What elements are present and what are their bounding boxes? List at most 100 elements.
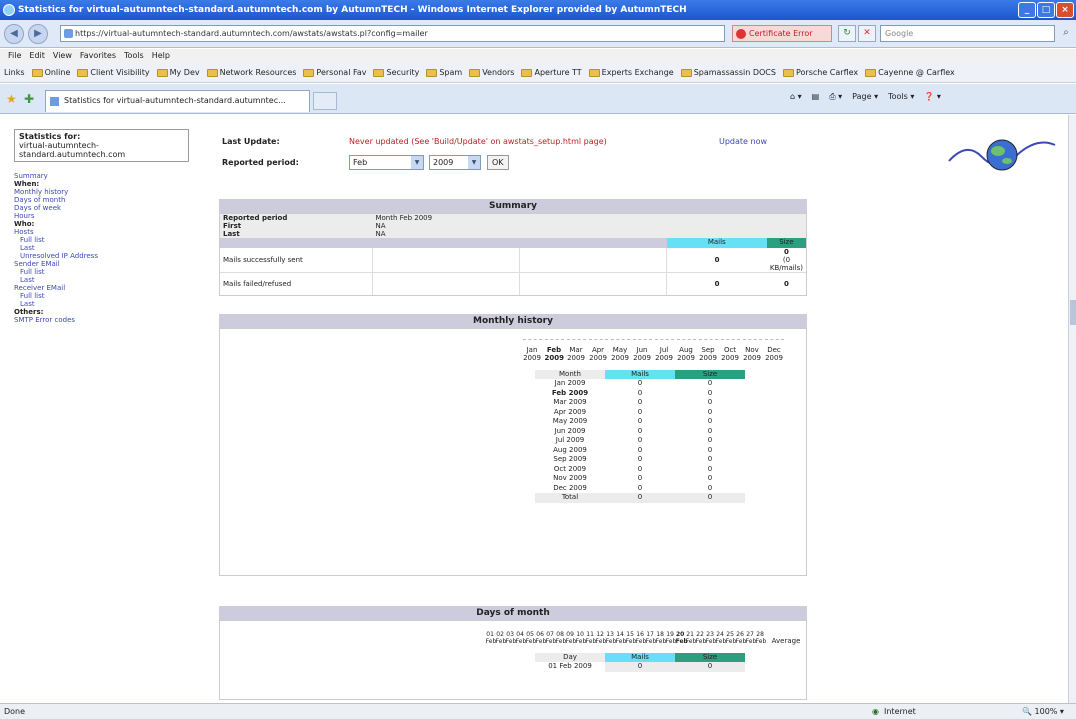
add-favorites-icon[interactable]: ✚ — [24, 92, 34, 106]
menu-unresolved-ip[interactable]: Unresolved IP Address — [14, 252, 209, 260]
folder-icon — [469, 68, 481, 77]
scrollbar-thumb[interactable] — [1070, 300, 1076, 325]
page-menu[interactable]: Page ▾ — [852, 92, 878, 102]
table-row: Mar 2009 0 0 — [535, 398, 745, 408]
link-porsche-carflex[interactable]: Porsche Carflex — [782, 63, 858, 82]
row-size: 0 — [707, 436, 713, 444]
day-number: 07 — [546, 630, 554, 638]
menu-receiver-last[interactable]: Last — [14, 300, 209, 308]
row-month: Jun 2009 — [554, 426, 586, 435]
menu-hosts-last[interactable]: Last — [14, 244, 209, 252]
print-icon[interactable]: ⎙ ▾ — [829, 92, 842, 102]
month-label: Dec — [767, 345, 781, 354]
ok-button[interactable]: OK — [487, 155, 509, 170]
day-col-current: 20 Feb — [676, 631, 688, 645]
maximize-button[interactable]: □ — [1037, 2, 1055, 18]
day-col-header: Day — [535, 652, 605, 662]
status-bar: Done ◉ Internet 🔍 100% ▾ — [0, 703, 1076, 719]
zoom-level[interactable]: 🔍 100% ▾ — [1022, 704, 1064, 719]
link-label: Personal Fav — [316, 67, 367, 77]
month-select[interactable]: Feb ▼ — [349, 155, 424, 170]
link-network-resources[interactable]: Network Resources — [206, 63, 296, 82]
month-year: 2009 — [743, 353, 761, 362]
month-year: 2009 — [589, 353, 607, 362]
search-input[interactable]: Google — [880, 25, 1055, 42]
days-of-month-section: Days of month 01 Feb 02 Feb 03 Feb 04 Feb 05… — [219, 605, 1068, 700]
close-button[interactable]: × — [1056, 2, 1074, 18]
new-tab-button[interactable] — [313, 92, 337, 110]
menu-sender-full-list[interactable]: Full list — [14, 268, 209, 276]
link-cayenne-carflex[interactable]: Cayenne @ Carflex — [865, 63, 955, 82]
certificate-error-label: Certificate Error — [749, 29, 813, 38]
vertical-scrollbar[interactable] — [1068, 115, 1076, 703]
row-month: Aug 2009 — [553, 445, 587, 454]
menu-smtp-error-codes[interactable]: SMTP Error codes — [14, 316, 209, 324]
day-number: 19 — [666, 630, 674, 638]
menu-monthly-history[interactable]: Monthly history — [14, 188, 209, 196]
menu-summary[interactable]: Summary — [14, 172, 209, 180]
day-number: 04 — [516, 630, 524, 638]
menu-receiver-full-list[interactable]: Full list — [14, 292, 209, 300]
menu-edit[interactable]: Edit — [29, 49, 45, 63]
menu-days-of-week[interactable]: Days of week — [14, 204, 209, 212]
menu-receiver-email[interactable]: Receiver EMail — [14, 284, 209, 292]
link-my-dev[interactable]: My Dev — [156, 63, 200, 82]
menu-others-header: Others: — [14, 308, 44, 316]
link-vendors[interactable]: Vendors — [469, 63, 514, 82]
month-col: Oct 2009 — [720, 338, 740, 362]
address-input[interactable]: https://virtual-autumntech-standard.autu… — [60, 25, 725, 42]
month-col: Sep 2009 — [698, 338, 718, 362]
month-label: Sep — [701, 345, 715, 354]
menu-hours[interactable]: Hours — [14, 212, 209, 220]
favorites-star-icon[interactable]: ★ — [6, 92, 17, 106]
menu-sender-email[interactable]: Sender EMail — [14, 260, 209, 268]
day-number: 14 — [616, 630, 624, 638]
sent-row-label: Mails successfully sent — [220, 248, 373, 273]
link-experts-exchange[interactable]: Experts Exchange — [588, 63, 674, 82]
forward-button[interactable]: ▶ — [28, 24, 48, 44]
day-col: 17 Feb — [646, 631, 657, 645]
sent-size-sub: (0 KB/mails) — [769, 256, 804, 272]
minimize-button[interactable]: _ — [1018, 2, 1036, 18]
menu-sender-last[interactable]: Last — [14, 276, 209, 284]
menu-days-of-month[interactable]: Days of month — [14, 196, 209, 204]
refresh-button[interactable]: ↻ — [838, 25, 856, 42]
month-label: Feb — [546, 345, 562, 354]
month-year: 2009 — [611, 353, 629, 362]
last-update-value: Never updated (See 'Build/Update' on aws… — [349, 137, 607, 146]
days-of-month-body: 01 Feb 02 Feb 03 Feb 04 Feb 05 Feb 06 Feb 07 Fe… — [219, 619, 807, 700]
menu-view[interactable]: View — [53, 49, 72, 63]
menu-hosts-full-list[interactable]: Full list — [14, 236, 209, 244]
home-icon[interactable]: ⌂ ▾ — [790, 92, 802, 102]
link-aperture[interactable]: Aperture TT — [521, 63, 582, 82]
feeds-icon[interactable]: ▤ — [812, 92, 820, 102]
stop-button[interactable]: ✕ — [858, 25, 876, 42]
link-client-visibility[interactable]: Client Visibility — [77, 63, 150, 82]
year-select[interactable]: 2009 ▼ — [429, 155, 481, 170]
folder-icon — [303, 68, 315, 77]
link-personal-fav[interactable]: Personal Fav — [303, 63, 366, 82]
link-spam[interactable]: Spam — [426, 63, 462, 82]
menu-file[interactable]: File — [8, 49, 21, 63]
menu-favorites[interactable]: Favorites — [80, 49, 116, 63]
row-mails: 0 — [637, 398, 643, 406]
awstats-logo-icon — [948, 139, 1056, 171]
menu-tools[interactable]: Tools — [124, 49, 144, 63]
certificate-error-button[interactable]: Certificate Error — [732, 25, 832, 42]
update-now-link[interactable]: Update now — [719, 137, 767, 146]
back-button[interactable]: ◀ — [4, 24, 24, 44]
summary-header-blank — [520, 238, 667, 248]
help-icon[interactable]: ❓ ▾ — [924, 92, 941, 102]
tools-menu[interactable]: Tools ▾ — [888, 92, 914, 102]
link-security[interactable]: Security — [373, 63, 419, 82]
menu-help[interactable]: Help — [152, 49, 170, 63]
tab-statistics[interactable]: Statistics for virtual-autumntech-standa… — [45, 90, 310, 112]
menu-hosts[interactable]: Hosts — [14, 228, 209, 236]
month-year: 2009 — [699, 353, 717, 362]
link-spamassassin-docs[interactable]: Spamassassin DOCS — [680, 63, 776, 82]
link-online[interactable]: Online — [31, 63, 70, 82]
search-icon[interactable]: ⌕ — [1058, 25, 1074, 42]
row-month: Oct 2009 — [553, 464, 587, 473]
row-mails: 0 — [637, 474, 643, 482]
row-mails: 0 — [637, 426, 643, 435]
